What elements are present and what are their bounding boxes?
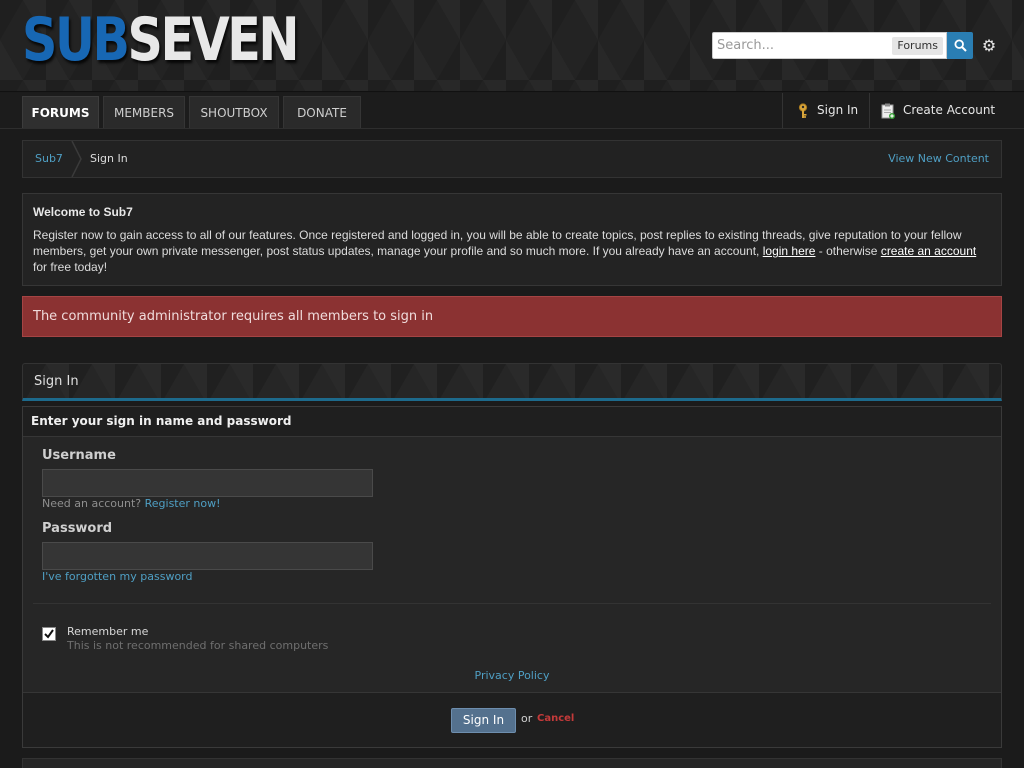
welcome-box: Welcome to Sub7 Register now to gain acc… xyxy=(22,193,1002,286)
nav-divider xyxy=(869,93,870,128)
forgot-password-link[interactable]: I've forgotten my password xyxy=(42,570,193,583)
cancel-link[interactable]: Cancel xyxy=(537,713,574,724)
password-label: Password xyxy=(42,521,113,536)
user-nav: Sign In Create Account xyxy=(782,93,1024,128)
breadcrumb: Sub7 Sign In View New Content xyxy=(22,140,1002,178)
logo-part-sub: SUB xyxy=(22,5,130,75)
username-label: Username xyxy=(42,448,116,463)
key-icon xyxy=(798,103,808,118)
breadcrumb-home-link[interactable]: Sub7 xyxy=(35,141,63,177)
login-here-link[interactable]: login here xyxy=(763,244,816,258)
next-panel-edge xyxy=(22,758,1002,768)
form-header: Enter your sign in name and password xyxy=(23,407,1001,437)
main-nav: FORUMS MEMBERS SHOUTBOX DONATE Sign In C… xyxy=(0,93,1024,129)
need-account-text: Need an account? xyxy=(42,497,145,510)
need-account-hint: Need an account? Register now! xyxy=(42,497,221,510)
breadcrumb-separator-icon xyxy=(71,141,82,177)
create-account-link[interactable]: Create Account xyxy=(881,93,1013,128)
privacy-policy-link: Privacy Policy xyxy=(23,669,1001,682)
search-icon xyxy=(953,39,967,52)
password-field[interactable] xyxy=(42,542,373,570)
tab-donate[interactable]: DONATE xyxy=(283,96,361,128)
form-divider xyxy=(33,603,991,604)
clipboard-icon xyxy=(881,103,895,119)
search-scope-selector[interactable]: Forums xyxy=(892,37,943,55)
settings-button[interactable]: ⚙ xyxy=(980,35,998,55)
sign-in-required-alert: The community administrator requires all… xyxy=(22,296,1002,337)
create-account-inline-link[interactable]: create an account xyxy=(881,244,976,258)
welcome-text-middle: - otherwise xyxy=(815,244,881,258)
remember-me-checkbox[interactable] xyxy=(42,627,56,641)
form-footer: Sign In or Cancel xyxy=(23,692,1001,747)
sign-in-panel-title: Sign In xyxy=(22,363,1002,401)
remember-me-note: This is not recommended for shared compu… xyxy=(67,639,329,652)
gear-icon: ⚙ xyxy=(981,35,997,55)
privacy-policy-anchor[interactable]: Privacy Policy xyxy=(475,669,550,682)
tab-forums[interactable]: FORUMS xyxy=(22,96,99,128)
tab-shoutbox[interactable]: SHOUTBOX xyxy=(189,96,279,128)
checkmark-icon xyxy=(44,629,54,639)
welcome-title: Welcome to Sub7 xyxy=(33,205,133,219)
tab-members[interactable]: MEMBERS xyxy=(103,96,185,128)
logo-part-seven: SEVEN xyxy=(127,5,300,75)
site-logo[interactable]: SUBSEVEN xyxy=(22,5,300,75)
view-new-content-link[interactable]: View New Content xyxy=(888,141,989,177)
forgot-password-hint: I've forgotten my password xyxy=(42,570,193,583)
breadcrumb-current: Sign In xyxy=(90,152,128,165)
welcome-text: Register now to gain access to all of ou… xyxy=(33,227,991,275)
or-text: or xyxy=(521,712,533,725)
search-input[interactable] xyxy=(717,36,887,55)
register-now-link[interactable]: Register now! xyxy=(145,497,221,510)
search-box: Forums xyxy=(712,32,947,59)
username-field[interactable] xyxy=(42,469,373,497)
create-account-label: Create Account xyxy=(903,103,996,117)
sign-in-submit-button[interactable]: Sign In xyxy=(451,708,516,733)
search-button[interactable] xyxy=(947,32,973,59)
sign-in-label: Sign In xyxy=(817,103,859,117)
sign-in-form: Enter your sign in name and password Use… xyxy=(22,406,1002,748)
welcome-text-end: for free today! xyxy=(33,260,108,274)
remember-me-label[interactable]: Remember me xyxy=(67,625,148,638)
site-header: SUBSEVEN Forums ⚙ xyxy=(0,0,1024,92)
